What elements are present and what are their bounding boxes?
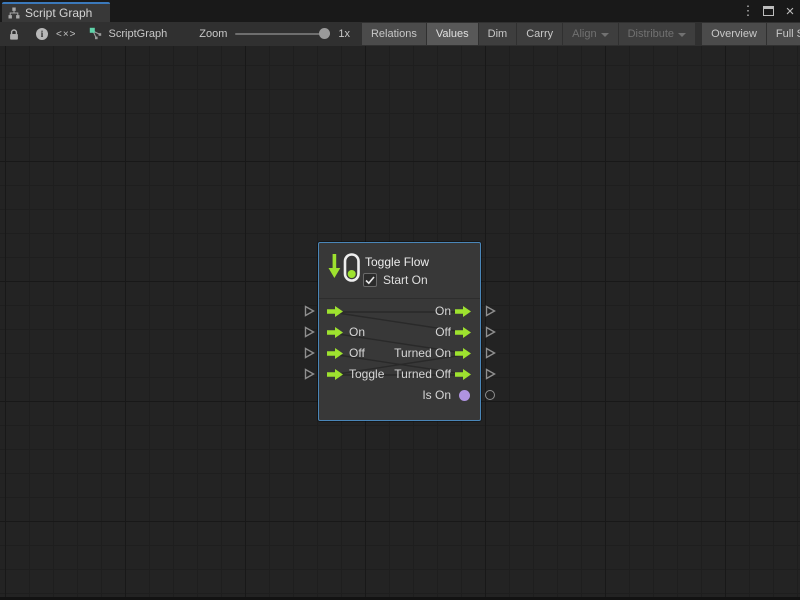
output-port-label: Turned On [394,346,451,360]
full-screen-button[interactable]: Full Screen [767,23,800,45]
graph-canvas[interactable]: Toggle Flow Start On [0,46,800,600]
relations-label: Relations [371,28,417,40]
edit-code-button[interactable]: <×> [56,22,77,46]
toggle-flow-node[interactable]: Toggle Flow Start On [318,242,481,421]
output-port-label: Off [435,325,451,339]
external-output-port-is-on[interactable] [485,390,495,400]
values-button[interactable]: Values [427,23,478,45]
flow-port-icon[interactable] [455,369,471,380]
zoom-label: Zoom [199,28,227,40]
maximize-icon[interactable] [763,6,774,16]
script-graph-asset-icon [89,27,103,41]
dim-label: Dim [488,28,508,40]
tab-script-graph[interactable]: Script Graph [2,2,110,22]
output-row-off: Off [319,322,480,343]
dim-button[interactable]: Dim [479,23,517,45]
zoom-value: 1x [338,28,350,40]
chevron-down-icon [678,33,686,37]
carry-label: Carry [526,28,553,40]
start-on-setting: Start On [363,273,428,287]
external-output-port-on[interactable] [484,305,496,317]
graph-hierarchy-icon [8,7,20,19]
carry-button[interactable]: Carry [517,23,562,45]
flow-port-icon[interactable] [455,348,471,359]
distribute-label: Distribute [628,28,674,40]
distribute-dropdown[interactable]: Distribute [619,23,695,45]
node-header[interactable]: Toggle Flow Start On [319,243,480,298]
info-button[interactable]: i [28,22,56,46]
flow-port-icon[interactable] [455,327,471,338]
relations-button[interactable]: Relations [362,23,426,45]
code-icon: <×> [56,29,77,40]
output-port-label: Is On [422,388,451,402]
output-port-label: Turned Off [394,367,451,381]
output-row-turned-off: Turned Off [319,364,480,385]
toggle-flow-icon [326,250,362,286]
chevron-down-icon [601,33,609,37]
window-controls: ⋮ × [743,0,796,22]
tab-strip: Script Graph ⋮ × [0,0,800,22]
lock-button[interactable] [0,22,28,46]
output-row-on: On [319,301,480,322]
external-output-port-turned-off[interactable] [484,368,496,380]
toggle-flow-node-area: Toggle Flow Start On [300,242,500,427]
external-input-port-off[interactable] [303,347,315,359]
tab-title: Script Graph [25,6,92,20]
full-screen-label: Full Screen [776,28,800,40]
graph-name-label: ScriptGraph [109,28,168,40]
flow-port-icon[interactable] [455,306,471,317]
zoom-slider[interactable] [235,33,330,35]
lock-icon [8,28,20,41]
external-output-port-turned-on[interactable] [484,347,496,359]
node-title: Toggle Flow [365,255,429,269]
zoom-slider-handle[interactable] [319,28,330,39]
toolbar-toggle-buttons: Relations Values Dim Carry Align Distrib… [362,22,800,46]
checkmark-icon [365,276,375,285]
align-dropdown[interactable]: Align [563,23,617,45]
bool-value-port-icon[interactable] [459,390,470,401]
output-row-is-on: Is On [319,385,480,406]
node-divider [319,298,480,299]
output-row-turned-on: Turned On [319,343,480,364]
external-input-port-on[interactable] [303,326,315,338]
script-graph-window: Script Graph ⋮ × i <×> [0,0,800,600]
external-input-port-toggle[interactable] [303,368,315,380]
window-menu-icon[interactable]: ⋮ [743,3,753,19]
close-icon[interactable]: × [784,3,796,20]
start-on-label: Start On [383,273,428,287]
values-label: Values [436,28,469,40]
overview-label: Overview [711,28,757,40]
overview-button[interactable]: Overview [702,23,766,45]
align-label: Align [572,28,596,40]
zoom-control: Zoom 1x [177,22,358,46]
external-input-port-0[interactable] [303,305,315,317]
graph-toolbar: i <×> ScriptGraph Zoom 1x Rel [0,22,800,46]
start-on-checkbox[interactable] [363,273,377,287]
output-port-label: On [435,304,451,318]
info-icon: i [36,28,48,40]
graph-name-button[interactable]: ScriptGraph [77,22,178,46]
external-output-port-off[interactable] [484,326,496,338]
